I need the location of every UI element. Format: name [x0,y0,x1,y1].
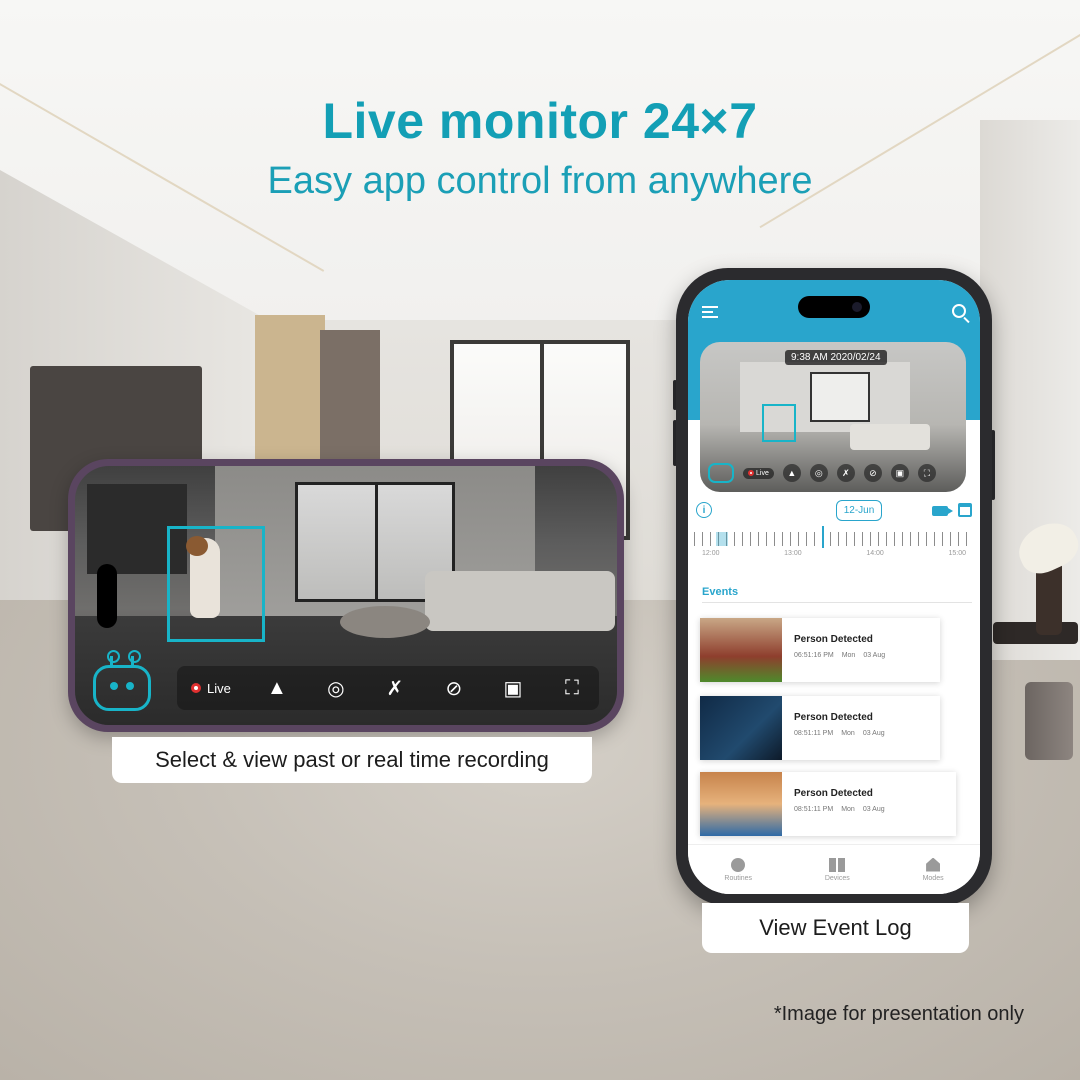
speaker-mute-icon[interactable]: ⊘ [441,676,467,701]
clock-icon [731,857,746,872]
hamburger-menu-icon[interactable] [702,306,718,318]
detection-box [762,404,796,442]
subheadline: Easy app control from anywhere [267,160,813,202]
calendar-icon[interactable] [957,503,972,517]
control-bar: Live ▲ ◎ ✗ ⊘ ▣ ⛶ [177,666,599,710]
event-card[interactable]: Person Detected 06:51:16 PM Mon 03 Aug [700,618,940,682]
feed-sofa [425,571,615,631]
event-date: 03 Aug [862,806,885,813]
nav-label: Devices [824,874,850,882]
nav-devices[interactable]: Devices [824,857,850,882]
recording-caption: Select & view past or real time recordin… [112,737,592,783]
preview-sofa [850,424,930,450]
event-day: Mon [841,652,856,659]
bookshelf [255,315,325,475]
event-day: Mon [841,806,855,813]
video-camera-icon[interactable] [931,506,953,516]
nav-modes[interactable]: Modes [922,857,944,882]
speaker-mute-icon[interactable]: ⊘ [863,464,882,482]
camera-notch [97,564,117,628]
mic-off-icon[interactable]: ✗ [836,464,855,482]
camera-preview[interactable]: 9:38 AM 2020/02/24 Live ▲ ◎ ✗ ⊘ ▣ ⛶ [700,342,966,492]
event-date: 03 Aug [862,730,885,737]
bottom-navigation: Routines Devices Modes [688,844,980,894]
headline: Live monitor 24×7 [322,93,758,149]
event-time: 08:51:11 PM [794,730,834,737]
event-title: Person Detected [794,634,873,645]
disclaimer: *Image for presentation only [773,1003,1024,1025]
info-icon[interactable]: i [696,502,712,518]
fullscreen-icon[interactable]: ⛶ [917,464,936,482]
event-card[interactable]: Person Detected 08:51:11 PM Mon 03 Aug [700,696,940,760]
live-indicator[interactable]: Live [743,467,774,479]
event-day: Mon [841,730,855,737]
portrait-phone: 9:38 AM 2020/02/24 Live ▲ ◎ ✗ ⊘ ▣ ⛶ i 12… [676,268,992,906]
app-screen: 9:38 AM 2020/02/24 Live ▲ ◎ ✗ ⊘ ▣ ⛶ i 12… [688,280,980,894]
event-log-caption: View Event Log [702,903,969,953]
event-time: 08:51:11 PM [794,806,834,813]
event-time: 06:51:16 PM [794,652,834,659]
live-label: Live [207,680,231,696]
record-icon[interactable]: ◎ [809,464,828,482]
event-title: Person Detected [794,788,873,799]
mic-off-icon[interactable]: ✗ [382,676,408,701]
preview-window [810,372,870,422]
search-icon[interactable] [952,304,966,318]
feed-timestamp: 9:38 AM 2020/02/24 [785,350,887,365]
alarm-icon[interactable]: ▲ [264,677,290,700]
live-video-feed[interactable]: Live ▲ ◎ ✗ ⊘ ▣ ⛶ [75,466,617,725]
live-indicator[interactable]: Live [191,681,231,696]
snapshot-icon[interactable]: ▣ [500,676,526,701]
event-thumbnail [700,772,782,836]
record-icon[interactable]: ◎ [323,676,349,701]
player-controls: Live ▲ ◎ ✗ ⊘ ▣ ⛶ [93,650,599,717]
nav-label: Modes [922,874,944,882]
live-label: Live [756,469,769,477]
detection-box [167,526,265,642]
events-title: Events [702,586,973,603]
date-selector[interactable]: 12-Jun [835,499,883,521]
robot-assistant-icon[interactable] [708,463,734,483]
recording-timeline[interactable] [694,526,974,548]
robot-assistant-icon[interactable] [93,650,151,711]
pouf [1025,682,1073,760]
record-dot-icon [191,683,201,693]
home-icon [926,857,941,872]
record-dot-icon [748,470,754,476]
nav-routines[interactable]: Routines [724,857,753,882]
event-date: 03 Aug [863,652,886,659]
feed-coffee-table [340,606,430,638]
snapshot-icon[interactable]: ▣ [890,464,909,482]
event-title: Person Detected [794,712,873,723]
preview-controls: Live ▲ ◎ ✗ ⊘ ▣ ⛶ [708,462,958,484]
event-thumbnail [700,696,782,760]
event-card[interactable]: Person Detected 08:51:11 PM Mon 03 Aug [700,772,956,836]
nav-label: Routines [724,874,753,882]
dynamic-island [798,296,870,318]
landscape-phone: Live ▲ ◎ ✗ ⊘ ▣ ⛶ [68,459,624,732]
timeline-toolbar: i 12-Jun [688,496,980,524]
timeline-labels: 12:00 13:00 14:00 15:00 [702,550,966,557]
alarm-icon[interactable]: ▲ [782,464,801,482]
fullscreen-icon[interactable]: ⛶ [559,677,585,700]
timeline-label: 12:00 [702,550,720,557]
timeline-label: 14:00 [866,550,884,557]
grid-icon [829,857,846,872]
event-thumbnail [700,618,782,682]
timeline-label: 15:00 [948,550,966,557]
timeline-label: 13:00 [784,550,802,557]
